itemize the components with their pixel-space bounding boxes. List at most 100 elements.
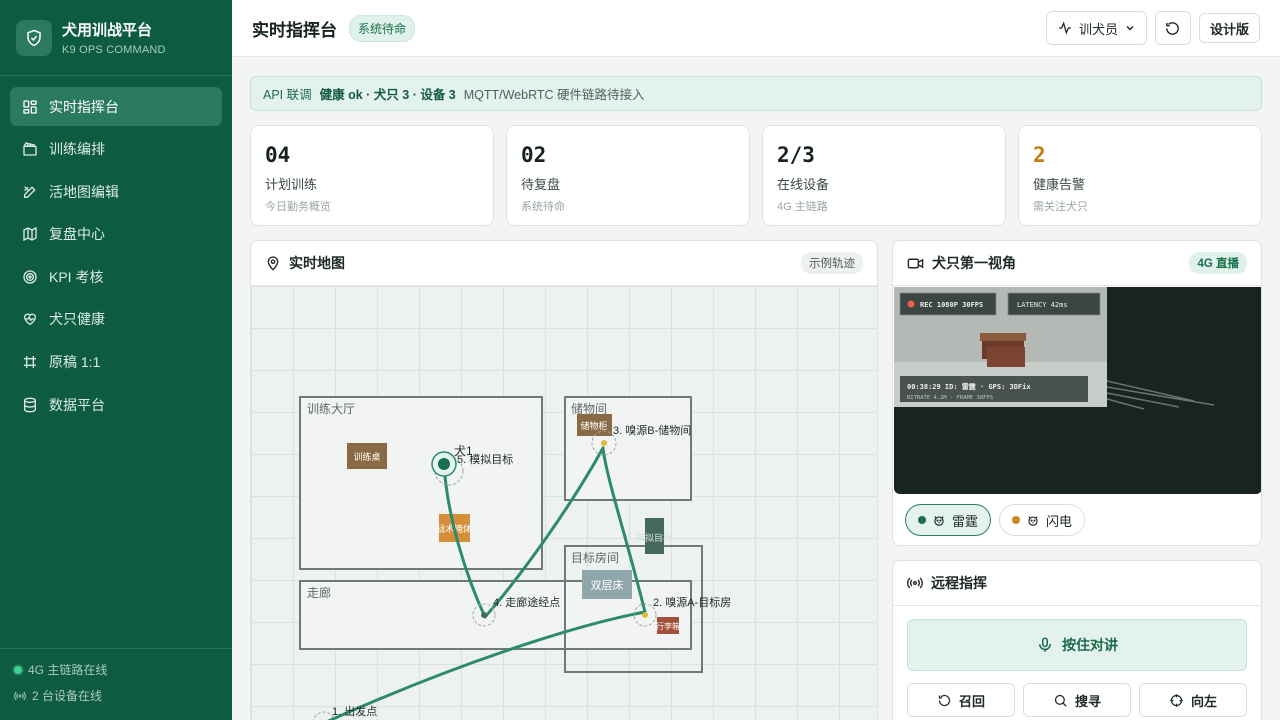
database-icon xyxy=(24,397,36,412)
room-storage-label: 储物间 xyxy=(571,401,607,416)
map-pin-icon xyxy=(267,256,279,271)
sidebar-item-original[interactable]: 原稿 1:1 xyxy=(10,343,222,382)
video-object-top xyxy=(987,347,1025,367)
target-icon xyxy=(23,270,37,284)
dog-label: 犬1 xyxy=(454,444,473,458)
status-badge: 系统待命 xyxy=(349,14,416,42)
object-cabinet-label: 储物柜 xyxy=(580,420,607,431)
dog-tab-shandian[interactable]: 闪电 xyxy=(999,504,1086,536)
map-title: 实时地图 xyxy=(289,255,345,271)
brand: 犬用训战平台 K9 OPS COMMAND xyxy=(0,0,232,76)
brand-title: 犬用训战平台 xyxy=(62,22,153,39)
signal-icon xyxy=(14,691,26,700)
object-bunk-label: 双层床 xyxy=(591,578,624,592)
room-target-label: 目标房间 xyxy=(571,550,619,565)
stat-label: 待复盘 xyxy=(521,177,561,192)
sidebar-item-training-plan[interactable]: 训练编排 xyxy=(10,130,222,169)
heart-pulse-icon xyxy=(23,314,37,326)
sidebar-item-label: 实时指挥台 xyxy=(49,98,119,115)
stat-label: 健康告警 xyxy=(1033,177,1086,192)
object-table-label: 训练桌 xyxy=(353,451,380,462)
object-luggage-label: 行李箱 xyxy=(656,621,680,631)
video-camera-icon xyxy=(907,258,924,268)
stat-card-devices: 2/3 在线设备 4G 主链路 xyxy=(762,125,1006,226)
sidebar-item-kpi[interactable]: KPI 考核 xyxy=(10,257,222,296)
turn-left-button[interactable]: 向左 xyxy=(1139,683,1247,717)
video-floor-lines xyxy=(1106,380,1215,410)
sidebar-item-label: 犬只健康 xyxy=(49,311,105,328)
map-icon xyxy=(23,227,37,242)
turn-left-label: 向左 xyxy=(1190,693,1217,709)
stat-sub: 今日勤务概览 xyxy=(265,201,331,213)
sidebar-item-data-platform[interactable]: 数据平台 xyxy=(10,385,222,424)
pen-ruler-icon xyxy=(24,185,36,198)
sidebar-item-label: KPI 考核 xyxy=(49,268,104,285)
api-note: MQTT/WebRTC 硬件链路待接入 xyxy=(463,88,645,102)
stat-sub: 系统待命 xyxy=(521,201,565,213)
dog-marker[interactable] xyxy=(438,458,450,470)
hud-latency: LATENCY 42ms xyxy=(1017,301,1068,309)
ptt-label: 按住对讲 xyxy=(1062,637,1118,653)
sidebar-item-live-command[interactable]: 实时指挥台 xyxy=(10,87,222,126)
waypoint-dot-3 xyxy=(601,440,607,446)
clapperboard-icon xyxy=(23,142,37,156)
video-object-lid xyxy=(980,333,1026,341)
frame-icon xyxy=(24,356,36,369)
search-label: 搜寻 xyxy=(1074,693,1101,709)
sidebar-footer: 4G 主链路在线 2 台设备在线 xyxy=(0,648,232,720)
room-corridor-label: 走廊 xyxy=(307,585,331,600)
live-map-card: 实时地图 示例轨迹 训练大厅 储物间 走廊 目标房间 训练桌 战术掩体 储物柜 … xyxy=(250,240,878,720)
remote-command-card: 远程指挥 按住对讲 召回 搜寻 向左 xyxy=(892,560,1262,720)
rec-dot-icon xyxy=(907,300,915,308)
stat-card-review: 02 待复盘 系统待命 xyxy=(506,125,750,226)
dog-tab-label: 闪电 xyxy=(1046,513,1073,529)
fpv-title: 犬只第一视角 xyxy=(932,255,1016,271)
dog-face-icon xyxy=(1028,516,1038,526)
fpv-video[interactable]: REC 1080P 30FPS LATENCY 42ms 00:38:29 ID… xyxy=(894,287,1261,494)
refresh-button[interactable] xyxy=(1154,11,1191,45)
sidebar-item-review-center[interactable]: 复盘中心 xyxy=(10,215,222,254)
hud-info: 00:38:29 ID: 雷霆 · GPS: 3DFix xyxy=(907,382,1031,391)
activity-icon xyxy=(1058,21,1071,35)
map-tag: 示例轨迹 xyxy=(801,252,863,274)
waypoint-label-1: 1. 出发点 xyxy=(332,704,377,718)
dog-status-dot xyxy=(1012,516,1021,524)
search-icon xyxy=(1054,694,1067,707)
hud-rec: REC 1080P 30FPS xyxy=(920,301,983,309)
dog-tab-leiting[interactable]: 雷霆 xyxy=(905,504,992,536)
undo-icon xyxy=(938,694,951,706)
chevron-down-icon xyxy=(1126,25,1134,31)
hud-bitrate: BITRATE 4.2M · FRAME 30FPS xyxy=(907,395,993,401)
design-version-button[interactable]: 设计版 xyxy=(1198,13,1260,43)
stat-label: 在线设备 xyxy=(777,177,830,192)
recall-label: 召回 xyxy=(958,693,985,709)
stat-cards: 04 计划训练 今日勤务概览 02 待复盘 系统待命 2/3 在线设备 4G 主… xyxy=(250,125,1262,226)
crosshair-icon xyxy=(1170,693,1183,707)
stat-card-planned: 04 计划训练 今日勤务概览 xyxy=(250,125,494,226)
map-canvas[interactable]: 训练大厅 储物间 走廊 目标房间 训练桌 战术掩体 储物柜 模拟目标 双层床 行… xyxy=(251,286,877,720)
microphone-icon xyxy=(1039,637,1051,652)
dashboard-icon xyxy=(23,99,37,114)
sidebar: 犬用训战平台 K9 OPS COMMAND 实时指挥台 训练编排 活地图编辑 复… xyxy=(0,0,232,720)
search-button[interactable]: 搜寻 xyxy=(1023,683,1131,717)
sidebar-item-label: 数据平台 xyxy=(49,396,105,413)
stat-card-health-alerts: 2 健康告警 需关注犬只 xyxy=(1018,125,1262,226)
stat-value: 2 xyxy=(1033,143,1046,167)
push-to-talk-button[interactable]: 按住对讲 xyxy=(907,619,1247,671)
room-hall-label: 训练大厅 xyxy=(307,401,355,416)
sidebar-item-dog-health[interactable]: 犬只健康 xyxy=(10,300,222,339)
dog-status-dot xyxy=(918,516,926,524)
role-select[interactable]: 训犬员 xyxy=(1045,11,1147,45)
stat-label: 计划训练 xyxy=(265,177,318,192)
broadcast-icon xyxy=(907,577,923,589)
stat-value: 2/3 xyxy=(777,143,815,167)
waypoint-dot-4 xyxy=(481,612,487,618)
waypoint-label-4: 4. 走廊途经点 xyxy=(493,595,560,609)
shield-logo-icon xyxy=(16,19,52,56)
brand-subtitle: K9 OPS COMMAND xyxy=(62,44,166,56)
api-health: 健康 ok · 犬只 3 · 设备 3 xyxy=(319,88,456,102)
recall-button[interactable]: 召回 xyxy=(907,683,1015,717)
sidebar-nav: 实时指挥台 训练编排 活地图编辑 复盘中心 KPI 考核 犬只健康 原稿 1:1 xyxy=(0,76,232,439)
sidebar-item-label: 复盘中心 xyxy=(49,226,105,243)
sidebar-item-map-editor[interactable]: 活地图编辑 xyxy=(10,172,222,211)
